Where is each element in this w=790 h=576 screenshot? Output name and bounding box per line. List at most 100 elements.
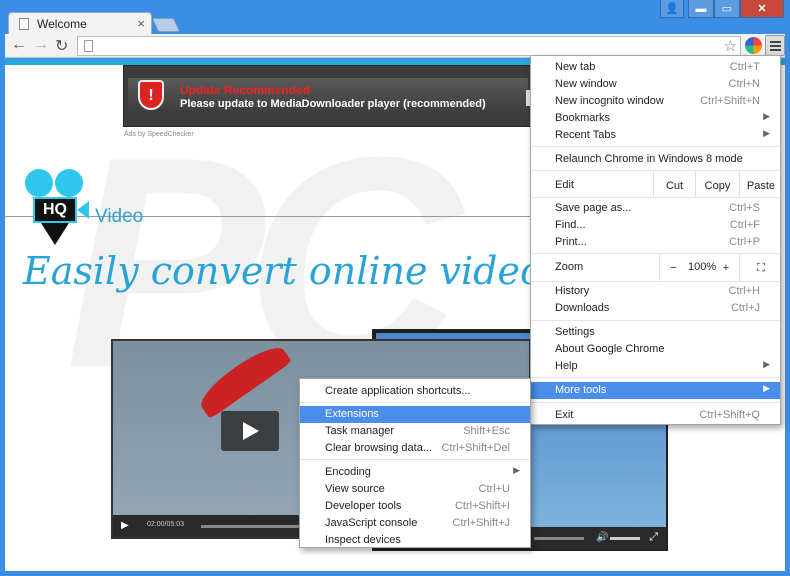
volume-slider[interactable]	[610, 537, 640, 540]
menu-separator	[300, 459, 530, 460]
menu-bar-line	[770, 49, 781, 51]
menu-item-find[interactable]: Find... Ctrl+F	[531, 217, 780, 234]
submenu-item-create-shortcuts[interactable]: Create application shortcuts...	[300, 383, 530, 400]
play-button[interactable]	[221, 411, 279, 451]
ad-attribution[interactable]: Ads by SpeedChecker	[124, 131, 194, 138]
tab-close-icon[interactable]: ×	[137, 16, 145, 31]
logo-lens	[77, 201, 89, 219]
page-icon	[84, 40, 93, 52]
submenu-item-extensions[interactable]: Extensions	[300, 406, 530, 423]
paste-button[interactable]: Paste	[739, 171, 782, 197]
logo-stand	[41, 223, 69, 245]
paste-label: Paste	[746, 180, 776, 192]
menu-item-shortcut: Ctrl+Shift+J	[452, 517, 510, 529]
zoom-out-button[interactable]: −	[659, 253, 687, 281]
menu-item-relaunch[interactable]: Relaunch Chrome in Windows 8 mode	[531, 151, 780, 168]
seek-bar[interactable]	[201, 525, 301, 528]
menu-item-new-tab[interactable]: New tab Ctrl+T	[531, 59, 780, 76]
fullscreen-icon: ⛶	[757, 262, 765, 274]
video-time: 02:00/05:03	[147, 521, 184, 528]
menu-item-label: Print...	[555, 236, 587, 248]
menu-item-shortcut: Ctrl+Shift+N	[700, 95, 760, 107]
chevron-right-icon: ▶	[763, 128, 770, 138]
submenu-item-view-source[interactable]: View source Ctrl+U	[300, 481, 530, 498]
seek-bar[interactable]	[534, 537, 584, 540]
menu-item-settings[interactable]: Settings	[531, 324, 780, 341]
minimize-button[interactable]: ▬	[688, 0, 714, 18]
user-icon[interactable]: 👤	[660, 0, 684, 18]
extension-icon[interactable]	[745, 37, 762, 54]
menu-item-help[interactable]: Help ▶	[531, 358, 780, 375]
hq-video-logo-icon[interactable]: HQ	[23, 169, 93, 249]
tab-welcome[interactable]: Welcome ×	[8, 12, 152, 35]
submenu-item-developer-tools[interactable]: Developer tools Ctrl+Shift+I	[300, 498, 530, 515]
close-button[interactable]: ✕	[740, 0, 784, 18]
menu-item-bookmarks[interactable]: Bookmarks ▶	[531, 110, 780, 127]
fullscreen-icon[interactable]: ⤢	[649, 531, 658, 544]
menu-item-new-incognito[interactable]: New incognito window Ctrl+Shift+N	[531, 93, 780, 110]
play-icon	[243, 422, 259, 440]
ad-title: Update Recommended	[180, 83, 311, 97]
menu-item-more-tools[interactable]: More tools ▶	[531, 382, 780, 399]
tab-title: Welcome	[37, 17, 87, 31]
menu-item-save-page[interactable]: Save page as... Ctrl+S	[531, 200, 780, 217]
menu-item-label: Edit	[555, 179, 574, 191]
menu-item-shortcut: Ctrl+U	[478, 483, 510, 495]
submenu-item-js-console[interactable]: JavaScript console Ctrl+Shift+J	[300, 515, 530, 532]
menu-item-label: View source	[325, 483, 385, 495]
zoom-minus-label: −	[670, 262, 677, 274]
menu-item-exit[interactable]: Exit Ctrl+Shift+Q	[531, 407, 780, 424]
menu-item-downloads[interactable]: Downloads Ctrl+J	[531, 300, 780, 317]
star-icon[interactable]: ☆	[724, 37, 737, 55]
submenu-item-inspect-devices[interactable]: Inspect devices	[300, 532, 530, 549]
menu-item-shortcut: Ctrl+S	[729, 202, 760, 214]
submenu-item-clear-browsing[interactable]: Clear browsing data... Ctrl+Shift+Del	[300, 440, 530, 457]
menu-bar-line	[770, 45, 781, 47]
address-bar[interactable]: ☆	[77, 36, 741, 56]
submenu-item-task-manager[interactable]: Task manager Shift+Esc	[300, 423, 530, 440]
new-tab-button[interactable]	[151, 18, 181, 32]
menu-item-print[interactable]: Print... Ctrl+P	[531, 234, 780, 251]
warning-shield-icon: !	[138, 80, 164, 110]
chrome-menu-button[interactable]	[765, 35, 785, 56]
fullscreen-button[interactable]: ⛶	[739, 253, 782, 281]
menu-separator	[300, 402, 530, 403]
ad-banner[interactable]: ! Update Recommended Please update to Me…	[123, 65, 533, 127]
menu-item-label: Bookmarks	[555, 112, 611, 124]
chevron-right-icon: ▶	[763, 111, 770, 121]
menu-item-label: Clear browsing data...	[325, 442, 432, 454]
menu-item-label: Zoom	[555, 261, 584, 273]
menu-item-label: Encoding	[325, 466, 371, 478]
menu-item-label: More tools	[555, 384, 607, 396]
back-arrow-icon[interactable]: ←	[11, 36, 27, 54]
menu-item-new-window[interactable]: New window Ctrl+N	[531, 76, 780, 93]
reload-icon[interactable]: ↻	[55, 36, 68, 56]
menu-item-label: Help	[555, 360, 578, 372]
zoom-value: 100%	[688, 261, 717, 273]
menu-item-shortcut: Shift+Esc	[463, 425, 510, 437]
submenu-item-encoding[interactable]: Encoding ▶	[300, 464, 530, 481]
menu-item-label: Developer tools	[325, 500, 402, 512]
menu-item-about[interactable]: About Google Chrome	[531, 341, 780, 358]
forward-arrow-icon[interactable]: →	[33, 36, 49, 54]
chrome-menu: New tab Ctrl+T New window Ctrl+N New inc…	[530, 55, 781, 425]
menu-item-shortcut: Ctrl+J	[730, 302, 760, 314]
menu-item-label: History	[555, 285, 590, 297]
menu-separator	[531, 320, 780, 321]
menu-item-label: Relaunch Chrome in Windows 8 mode	[555, 153, 743, 165]
cut-button[interactable]: Cut	[653, 171, 695, 197]
zoom-in-button[interactable]: +	[713, 253, 739, 281]
menu-item-shortcut: Ctrl+F	[729, 219, 760, 231]
maximize-button[interactable]: ▭	[714, 0, 740, 18]
menu-separator	[531, 281, 780, 282]
copy-button[interactable]: Copy	[695, 171, 739, 197]
volume-icon[interactable]: 🔊	[596, 532, 608, 543]
menu-item-label: Exit	[555, 409, 574, 421]
menu-item-label: Task manager	[325, 425, 395, 437]
page-icon	[19, 18, 29, 30]
play-icon[interactable]: ▶	[121, 520, 129, 531]
menu-item-recent-tabs[interactable]: Recent Tabs ▶	[531, 127, 780, 144]
menu-item-shortcut: Ctrl+Shift+Del	[441, 442, 510, 454]
logo-badge: HQ	[35, 199, 75, 221]
menu-item-history[interactable]: History Ctrl+H	[531, 283, 780, 300]
